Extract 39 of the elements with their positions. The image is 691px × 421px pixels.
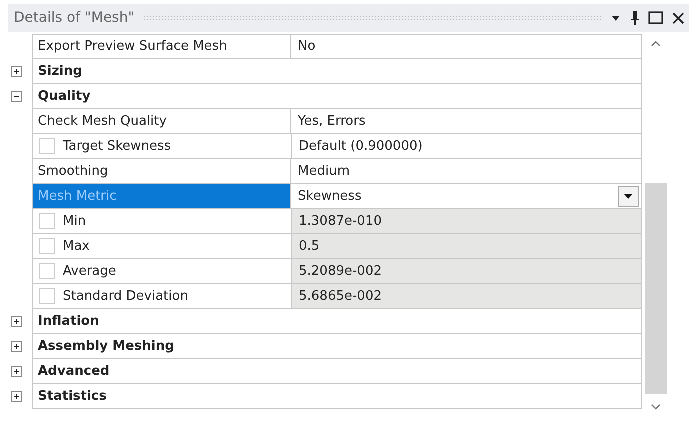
property-value[interactable]: Medium: [290, 159, 642, 184]
collapse-icon[interactable]: [10, 91, 22, 102]
property-value[interactable]: No: [290, 34, 642, 59]
checkbox[interactable]: [39, 288, 55, 304]
checkbox[interactable]: [39, 213, 55, 229]
property-name[interactable]: Min: [32, 209, 291, 234]
property-value: 1.3087e-010: [291, 209, 642, 234]
property-value: 5.6865e-002: [291, 284, 642, 309]
property-name[interactable]: Max: [32, 234, 291, 259]
scroll-down-icon[interactable]: [651, 404, 661, 411]
expand-icon[interactable]: [10, 341, 22, 352]
checkbox[interactable]: [39, 138, 55, 154]
maximize-icon[interactable]: [648, 11, 664, 25]
property-name[interactable]: Export Preview Surface Mesh: [32, 34, 290, 59]
group-header[interactable]: Assembly Meshing: [32, 334, 642, 359]
expand-icon[interactable]: [10, 391, 22, 402]
close-icon[interactable]: [672, 12, 685, 24]
property-value[interactable]: Yes, Errors: [290, 109, 642, 134]
panel-title: Details of "Mesh": [14, 10, 135, 26]
pin-icon[interactable]: [630, 10, 640, 26]
scrollbar-thumb[interactable]: [645, 183, 667, 394]
expand-icon[interactable]: [10, 66, 22, 77]
property-name[interactable]: Check Mesh Quality: [32, 109, 290, 134]
property-name[interactable]: Standard Deviation: [32, 284, 291, 309]
group-header[interactable]: Quality: [32, 84, 642, 109]
group-header[interactable]: Statistics: [32, 384, 642, 409]
property-value: 0.5: [291, 234, 642, 259]
checkbox[interactable]: [39, 263, 55, 279]
group-header[interactable]: Sizing: [32, 59, 642, 84]
checkbox[interactable]: [39, 238, 55, 254]
scroll-up-icon[interactable]: [651, 40, 661, 47]
property-name[interactable]: Average: [32, 259, 291, 284]
property-value[interactable]: Default (0.900000): [291, 134, 642, 159]
property-value: 5.2089e-002: [291, 259, 642, 284]
group-header[interactable]: Advanced: [32, 359, 642, 384]
expand-icon[interactable]: [10, 366, 22, 377]
property-name[interactable]: Target Skewness: [32, 134, 291, 159]
expand-icon[interactable]: [10, 316, 22, 327]
group-header[interactable]: Inflation: [32, 309, 642, 334]
